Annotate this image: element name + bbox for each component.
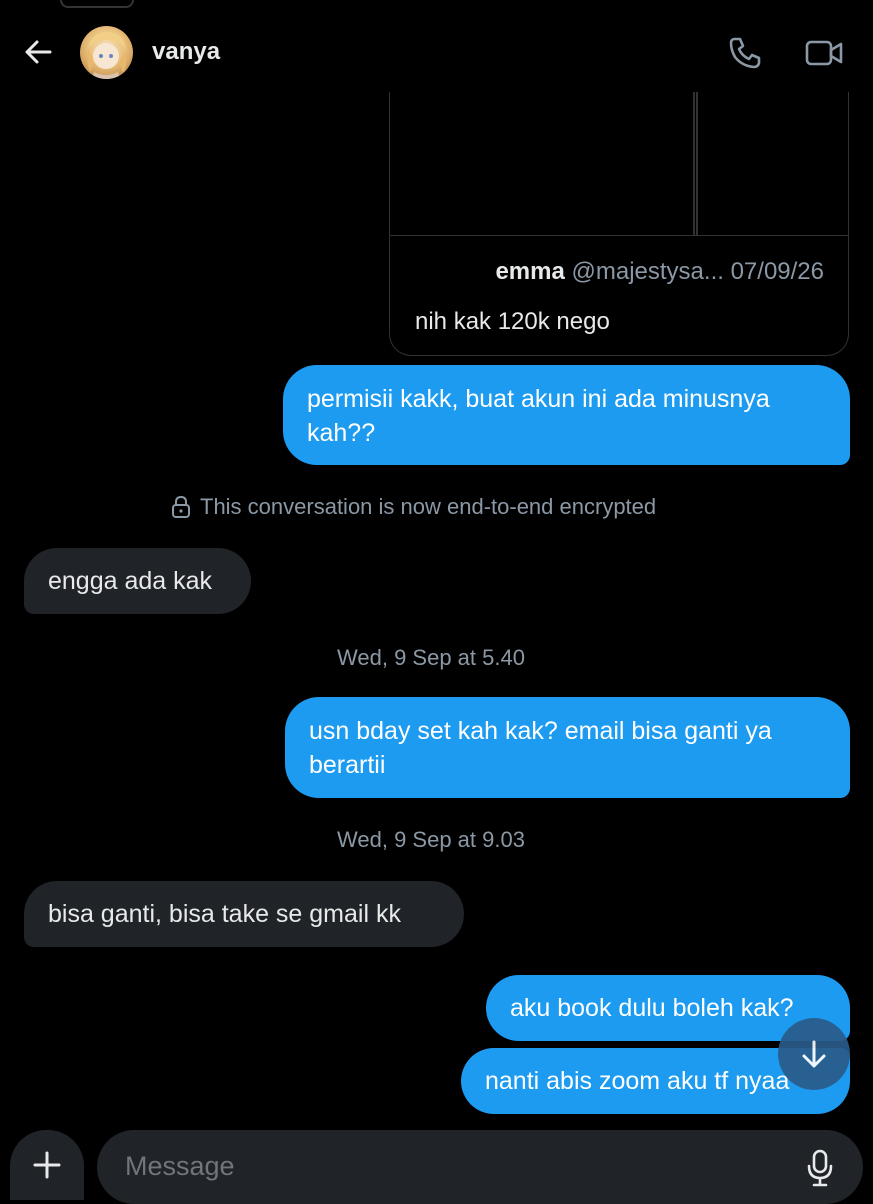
message-incoming[interactable]: bisa ganti, bisa take se gmail kk: [24, 881, 464, 947]
contact-name[interactable]: vanya: [152, 38, 220, 66]
message-outgoing[interactable]: permisii kakk, buat akun ini ada minusny…: [283, 365, 850, 465]
avatar[interactable]: [80, 26, 133, 79]
post-caption: nih kak 120k nego: [415, 308, 610, 335]
post-author-handle: @majestysa...: [571, 258, 724, 285]
media-divider: [693, 92, 695, 235]
video-camera-icon[interactable]: [804, 35, 844, 71]
chat-header: vanya: [0, 0, 873, 100]
phone-icon[interactable]: [727, 35, 763, 71]
scroll-to-bottom-button[interactable]: [778, 1018, 850, 1090]
encryption-notice: This conversation is now end-to-end encr…: [170, 494, 656, 520]
message-incoming[interactable]: engga ada kak: [24, 548, 251, 614]
message-outgoing[interactable]: usn bday set kah kak? email bisa ganti y…: [285, 697, 850, 798]
card-divider: [390, 235, 848, 236]
timestamp-separator: Wed, 9 Sep at 5.40: [337, 645, 525, 670]
shared-post-card[interactable]: emma @majestysa... 07/09/26 nih kak 120k…: [389, 92, 849, 356]
media-divider: [696, 92, 698, 235]
message-input[interactable]: Message: [97, 1130, 863, 1204]
microphone-icon[interactable]: [805, 1148, 835, 1188]
encryption-text: This conversation is now end-to-end encr…: [200, 494, 657, 519]
arrow-down-icon: [802, 1040, 826, 1068]
message-input-placeholder: Message: [125, 1151, 235, 1181]
arrow-left-icon[interactable]: [22, 36, 54, 68]
add-attachment-button[interactable]: [10, 1130, 84, 1200]
post-date: 07/09/26: [730, 258, 824, 285]
timestamp-separator: Wed, 9 Sep at 9.03: [337, 827, 525, 852]
post-author-line: emma @majestysa... 07/09/26: [495, 258, 824, 286]
plus-icon: [33, 1151, 61, 1179]
post-author-name: emma: [495, 258, 565, 285]
lock-icon: [172, 495, 190, 518]
